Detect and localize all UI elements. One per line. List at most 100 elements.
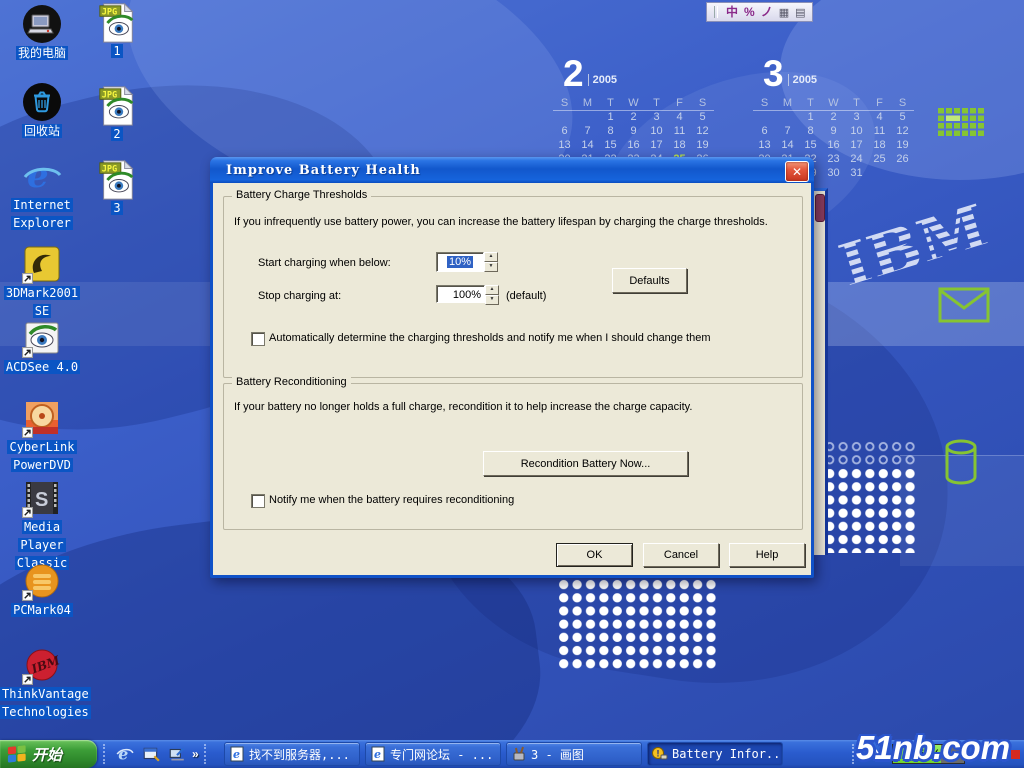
svg-text:e: e [233,748,240,761]
drag-handle-icon[interactable] [714,6,718,18]
windows-flag-icon [7,745,27,764]
calendar-day: 31 [845,167,868,179]
battery-reconditioning-group: Battery Reconditioning If your battery n… [223,383,803,530]
paint-icon [511,746,527,762]
battery-meter[interactable]: 58% [892,744,965,764]
desktop-icon-powerdvd[interactable]: CyberLink PowerDVD [0,398,84,474]
desktop-icon-label: CyberLink PowerDVD [7,440,76,472]
task-button[interactable]: 3 - 画图 [506,742,642,766]
spin-up-icon[interactable]: ▲ [485,285,499,295]
chevron-more-icon[interactable]: » [192,747,199,761]
desktop: IBM 22005SMTWTFS123456789101112131415161… [0,0,1024,768]
auto-thresholds-checkbox[interactable] [251,332,265,346]
desktop-icon-label: ACDSee 4.0 [4,360,80,374]
ie-page-icon: e [229,746,245,762]
language-indicator[interactable]: EN [867,748,882,760]
pen-icon[interactable]: ノ [761,4,773,20]
svg-text:e: e [27,156,49,196]
database-cylinder-icon [943,438,979,486]
recondition-battery-button[interactable]: Recondition Battery Now... [483,451,688,476]
group-legend: Battery Reconditioning [232,376,351,388]
desktop-icon-mpc[interactable]: SMedia Player Classic [0,478,84,572]
grid-icon [938,108,986,138]
drag-handle-icon[interactable] [103,744,109,764]
battery-percent: 58% [893,745,941,763]
tray-app-icon[interactable] [1011,750,1020,759]
system-tray: EN 58% [849,740,1024,768]
start-button[interactable]: 开始 [0,740,97,768]
help-button[interactable]: Help [729,543,805,567]
desktop-icon-acdsee[interactable]: ACDSee 4.0 [0,318,84,376]
desktop-icon-label: 回收站 [22,124,62,138]
desktop-icon-label: 3DMark2001 SE [4,286,80,318]
desktop-icon-3dmark[interactable]: 3DMark2001 SE [0,244,84,320]
start-charging-spinner[interactable]: 10% ▲ ▼ [436,252,498,272]
calendar-day: 30 [822,167,845,179]
task-button-label: 3 - 画图 [531,746,584,763]
desktop-icon-recycle-bin[interactable]: 回收站 [0,82,84,140]
task-button-label: 找不到服务器,... [249,746,350,763]
thinkvantage-icon: IBM [22,645,62,685]
menu-icon[interactable]: ▤ [795,6,805,19]
desktop-icon-pcmark[interactable]: PCMark04 [0,561,84,619]
ibm-logo: IBM [832,188,992,303]
defaults-button[interactable]: Defaults [612,268,687,293]
desktop-file-3[interactable]: JPG3 [92,159,142,217]
spin-down-icon[interactable]: ▼ [484,262,498,272]
task-button[interactable]: e 找不到服务器,... [224,742,360,766]
language-bar[interactable]: 中% ノ ▦ ▤ [706,2,813,22]
spin-up-icon[interactable]: ▲ [484,252,498,262]
notify-reconditioning-checkbox-label[interactable]: Notify me when the battery requires reco… [269,494,514,506]
stop-charging-spinner[interactable]: 100% ▲ ▼ [436,285,499,305]
keyboard-icon[interactable]: ▦ [779,6,789,19]
desktop-icon-label: Internet Explorer [11,198,73,230]
task-button[interactable]: e专门网论坛 - ... [365,742,501,766]
drag-handle-icon[interactable] [204,744,210,764]
notify-reconditioning-checkbox[interactable] [251,494,265,508]
task-button-label: 专门网论坛 - ... [390,746,493,763]
acdsee-icon [22,318,62,358]
background-window-edge[interactable] [814,188,828,555]
spin-down-icon[interactable]: ▼ [485,295,499,305]
desktop-icon-label: 2 [111,127,122,141]
mpc-icon: S [22,478,62,518]
window-app-quick-icon[interactable] [141,744,161,764]
dialog-titlebar[interactable]: Improve Battery Health ✕ [210,157,814,183]
show-desktop-quick-icon[interactable] [167,744,187,764]
calendar-month: 3 [763,59,784,89]
drag-handle-icon [852,744,858,764]
desktop-icon-thinkvantage[interactable]: IBMThinkVantage Technologies [0,645,84,721]
ime-mode-icon[interactable]: % [744,4,755,20]
desktop-icon-my-computer[interactable]: 我的电脑 [0,4,84,62]
3dmark-icon [22,244,62,284]
envelope-icon [938,287,990,323]
close-icon[interactable]: ✕ [785,161,809,182]
ok-button[interactable]: OK [556,543,633,567]
desktop-icon-label: PCMark04 [11,603,73,617]
group-description: If you infrequently use battery power, y… [234,216,768,228]
default-note: (default) [506,290,546,302]
ime-chinese-icon[interactable]: 中 [726,4,738,20]
wallpaper-dots [557,578,716,670]
calendar-month: 2 [563,59,584,89]
wallpaper-dots [823,467,918,553]
desktop-icon-internet-explorer[interactable]: eInternet Explorer [0,156,84,232]
desktop-icon-label: 3 [111,201,122,215]
improve-battery-health-dialog: Improve Battery Health ✕ Battery Charge … [210,157,814,578]
cancel-button[interactable]: Cancel [643,543,719,567]
internet-explorer-quick-icon[interactable]: e [115,744,135,764]
jpg-file-icon: JPG [97,85,137,125]
auto-thresholds-checkbox-label[interactable]: Automatically determine the charging thr… [269,332,710,344]
svg-text:IBM: IBM [832,189,992,303]
group-description: If your battery no longer holds a full c… [234,401,692,413]
stop-charging-value[interactable]: 100% [436,285,485,303]
svg-text:!: ! [657,749,660,759]
taskbar: 开始 e » e 找不到服务器,... e专门网论坛 - ... 3 - 画图 !Bat… [0,740,1024,768]
start-charging-value[interactable]: 10% [436,252,484,272]
stop-charging-label: Stop charging at: [258,290,341,302]
task-button[interactable]: !Battery Infor... [647,742,783,766]
desktop-file-2[interactable]: JPG 2 [92,85,142,143]
desktop-icon-label: 1 [111,44,122,58]
start-charging-label: Start charging when below: [258,257,391,269]
desktop-file-1[interactable]: JPG1 [92,2,142,60]
